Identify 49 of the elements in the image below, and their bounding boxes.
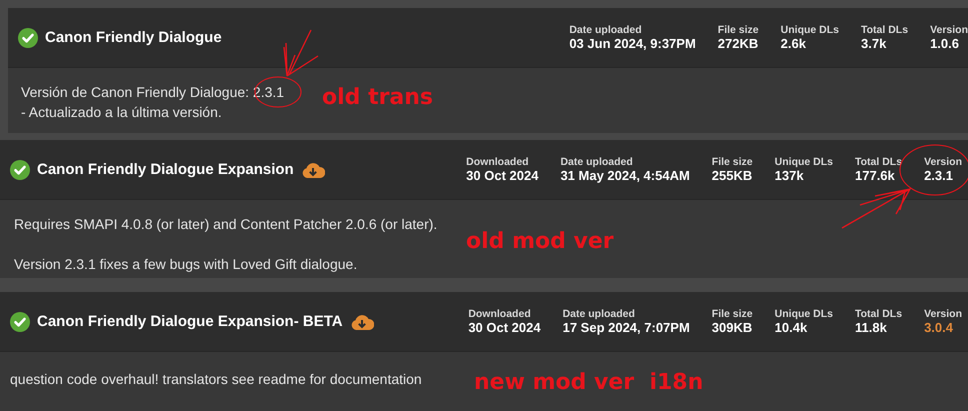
stat-value: 30 Oct 2024 bbox=[466, 168, 538, 183]
check-icon bbox=[10, 312, 30, 332]
stat-label: File size bbox=[718, 24, 759, 36]
mod-title: Canon Friendly Dialogue Expansion bbox=[37, 161, 294, 178]
stat-value: 11.8k bbox=[855, 320, 888, 335]
stat-value: 1.0.6 bbox=[930, 36, 960, 51]
stat-label: Date uploaded bbox=[562, 308, 636, 320]
stat-label: Version bbox=[924, 156, 962, 168]
stat-label: File size bbox=[712, 156, 753, 168]
stat-value: 272KB bbox=[718, 36, 759, 51]
stat-value: 309KB bbox=[712, 320, 753, 335]
annotation-text: old mod ver bbox=[466, 229, 614, 254]
stat-value: 30 Oct 2024 bbox=[468, 320, 541, 335]
stat-label: File size bbox=[712, 308, 753, 320]
stat-label: Total DLs bbox=[861, 24, 908, 36]
description-text: question code overhaul! translators see readme for documentation bbox=[10, 370, 422, 389]
stat-value: 10.4k bbox=[774, 320, 808, 335]
annotation-text: new mod ver i18n bbox=[474, 370, 704, 395]
stat-label: Total DLs bbox=[855, 156, 902, 168]
stat-label: Downloaded bbox=[466, 156, 530, 168]
mod-title: Canon Friendly Dialogue bbox=[45, 29, 222, 46]
stat-label: Unique DLs bbox=[774, 308, 833, 320]
stat-value: 3.7k bbox=[861, 36, 888, 51]
description-text: Version 2.3.1 fixes a few bugs with Loved Gift dialogue. bbox=[14, 255, 358, 274]
stat-value: 177.6k bbox=[855, 168, 896, 183]
check-icon bbox=[18, 28, 38, 48]
arrow-annotation bbox=[841, 188, 912, 229]
description-text: Requires SMAPI 4.0.8 (or later) and Content Patcher 2.0.6 (or later). bbox=[14, 215, 438, 234]
stat-label: Version bbox=[924, 308, 962, 320]
stat-label: Date uploaded bbox=[569, 24, 643, 36]
arrow-annotation bbox=[283, 29, 319, 77]
stat-label: Unique DLs bbox=[774, 156, 833, 168]
stat-label: Date uploaded bbox=[560, 156, 634, 168]
stat-label: Downloaded bbox=[468, 308, 532, 320]
stat-value: 255KB bbox=[712, 168, 753, 183]
stat-value: 137k bbox=[774, 168, 805, 183]
check-icon bbox=[10, 160, 30, 180]
stat-label: Version bbox=[930, 24, 968, 36]
annotation-text: old trans bbox=[322, 85, 434, 110]
stat-value: 2.3.1 bbox=[924, 168, 954, 183]
stat-value: 2.6k bbox=[780, 36, 807, 51]
stat-value: 31 May 2024, 4:54AM bbox=[560, 168, 690, 183]
stat-value: 3.0.4 bbox=[924, 320, 954, 335]
stat-value: 17 Sep 2024, 7:07PM bbox=[562, 320, 690, 335]
stat-value: 03 Jun 2024, 9:37PM bbox=[569, 36, 696, 51]
description-text: - Actualizado a la última versión. bbox=[21, 103, 222, 122]
stat-label: Unique DLs bbox=[780, 24, 839, 36]
stat-label: Total DLs bbox=[855, 308, 902, 320]
mod-title: Canon Friendly Dialogue Expansion- BETA bbox=[37, 313, 343, 330]
